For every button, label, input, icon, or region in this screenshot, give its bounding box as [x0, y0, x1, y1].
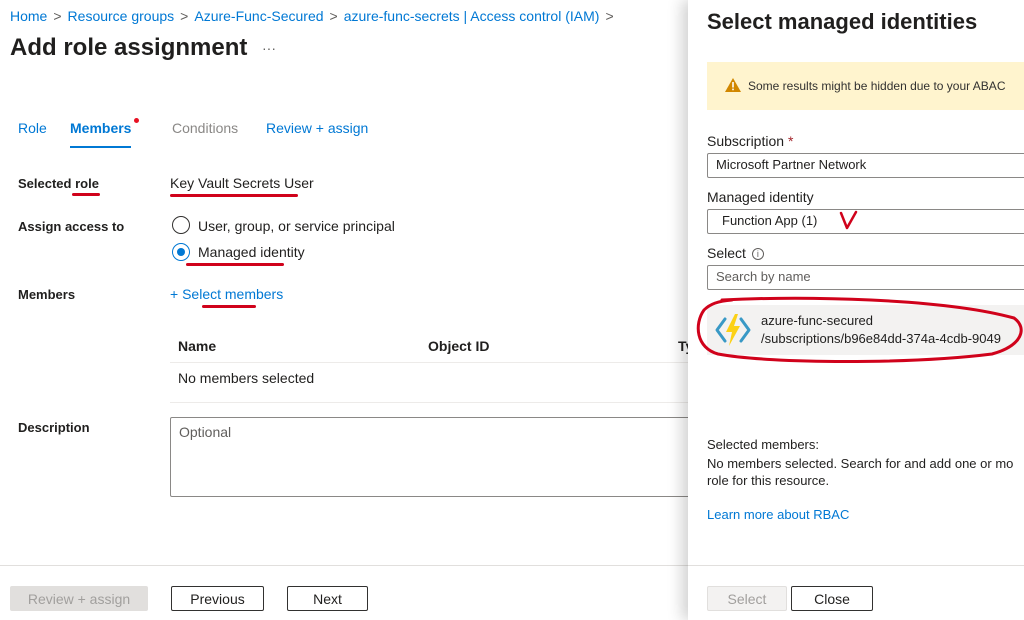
annotation-underline	[72, 193, 100, 196]
selected-members-text-line: No members selected. Search for and add …	[707, 456, 1014, 471]
next-button[interactable]: Next	[287, 586, 368, 611]
plus-icon: +	[170, 286, 179, 302]
row-divider	[170, 362, 690, 363]
select-members-label: Select members	[182, 286, 284, 302]
assign-access-label: Assign access to	[18, 219, 125, 234]
annotation-circle	[696, 296, 1023, 363]
breadcrumb-resource-group[interactable]: Azure-Func-Secured	[194, 8, 323, 24]
selected-role-label-prefix: Selected	[18, 176, 72, 191]
breadcrumb: Home > Resource groups > Azure-Func-Secured >…	[10, 8, 620, 24]
breadcrumb-separator: >	[180, 8, 189, 24]
selected-members-label: Selected members:	[707, 437, 819, 452]
abac-warning-banner: Some results might be hidden due to your…	[707, 62, 1024, 110]
radio-user-group[interactable]	[172, 216, 190, 234]
column-header-object-id: Object ID	[428, 338, 490, 354]
managed-identity-dropdown[interactable]: Function App (1)	[707, 209, 1024, 234]
breadcrumb-separator: >	[53, 8, 62, 24]
select-label-text: Select	[707, 245, 746, 261]
managed-identity-label: Managed identity	[707, 189, 814, 205]
empty-members-text: No members selected	[178, 370, 315, 386]
breadcrumb-iam[interactable]: azure-func-secrets | Access control (IAM…	[344, 8, 600, 24]
description-label: Description	[18, 420, 90, 435]
panel-title: Select managed identities	[707, 9, 978, 34]
selected-members-text-line: role for this resource.	[707, 473, 830, 488]
select-label: Select i	[707, 245, 764, 261]
selected-role-label: Selected role	[18, 176, 99, 191]
subscription-label: Subscription *	[707, 133, 793, 149]
annotation-checkmark	[839, 210, 858, 230]
breadcrumb-separator: >	[329, 8, 338, 24]
more-options-button[interactable]: ···	[262, 40, 276, 56]
description-textarea[interactable]: Optional	[170, 417, 700, 497]
select-managed-identities-panel: Select managed identities Some results m…	[688, 0, 1024, 620]
selected-role-value: Key Vault Secrets User	[170, 175, 314, 191]
tab-review-assign[interactable]: Review + assign	[266, 120, 368, 136]
radio-user-group-label: User, group, or service principal	[198, 218, 395, 234]
panel-footer-divider	[688, 565, 1024, 566]
breadcrumb-resource-groups[interactable]: Resource groups	[68, 8, 175, 24]
tab-conditions[interactable]: Conditions	[172, 120, 238, 136]
unsaved-indicator-dot	[134, 118, 139, 123]
warning-icon	[725, 78, 741, 92]
info-icon[interactable]: i	[751, 248, 764, 260]
selected-members-text: No members selected. Search for and add …	[707, 455, 1024, 489]
page-title: Add role assignment	[10, 34, 248, 61]
footer-divider	[0, 565, 690, 566]
previous-button[interactable]: Previous	[171, 586, 264, 611]
breadcrumb-home[interactable]: Home	[10, 8, 47, 24]
review-assign-button[interactable]: Review + assign	[10, 586, 148, 611]
radio-managed-identity-label: Managed identity	[198, 244, 305, 260]
annotation-underline	[170, 194, 298, 197]
tab-members[interactable]: Members	[70, 120, 132, 148]
members-label: Members	[18, 287, 76, 302]
annotation-underline	[202, 305, 256, 308]
panel-close-button[interactable]: Close	[791, 586, 873, 611]
search-by-name-input[interactable]: Search by name	[707, 265, 1024, 290]
panel-select-button[interactable]: Select	[707, 586, 787, 611]
breadcrumb-separator: >	[605, 8, 614, 24]
required-marker: *	[787, 133, 794, 149]
row-divider	[170, 402, 690, 403]
annotation-underline	[186, 263, 284, 266]
learn-more-rbac-link[interactable]: Learn more about RBAC	[707, 507, 849, 522]
tab-role[interactable]: Role	[18, 120, 47, 136]
radio-managed-identity[interactable]	[172, 243, 190, 261]
warning-text: Some results might be hidden due to your…	[748, 79, 1006, 93]
subscription-dropdown[interactable]: Microsoft Partner Network	[707, 153, 1024, 178]
select-members-link[interactable]: + Select members	[170, 286, 283, 302]
selected-role-label-suffix: role	[75, 176, 99, 191]
column-header-name: Name	[178, 338, 217, 354]
subscription-label-text: Subscription	[707, 133, 785, 149]
